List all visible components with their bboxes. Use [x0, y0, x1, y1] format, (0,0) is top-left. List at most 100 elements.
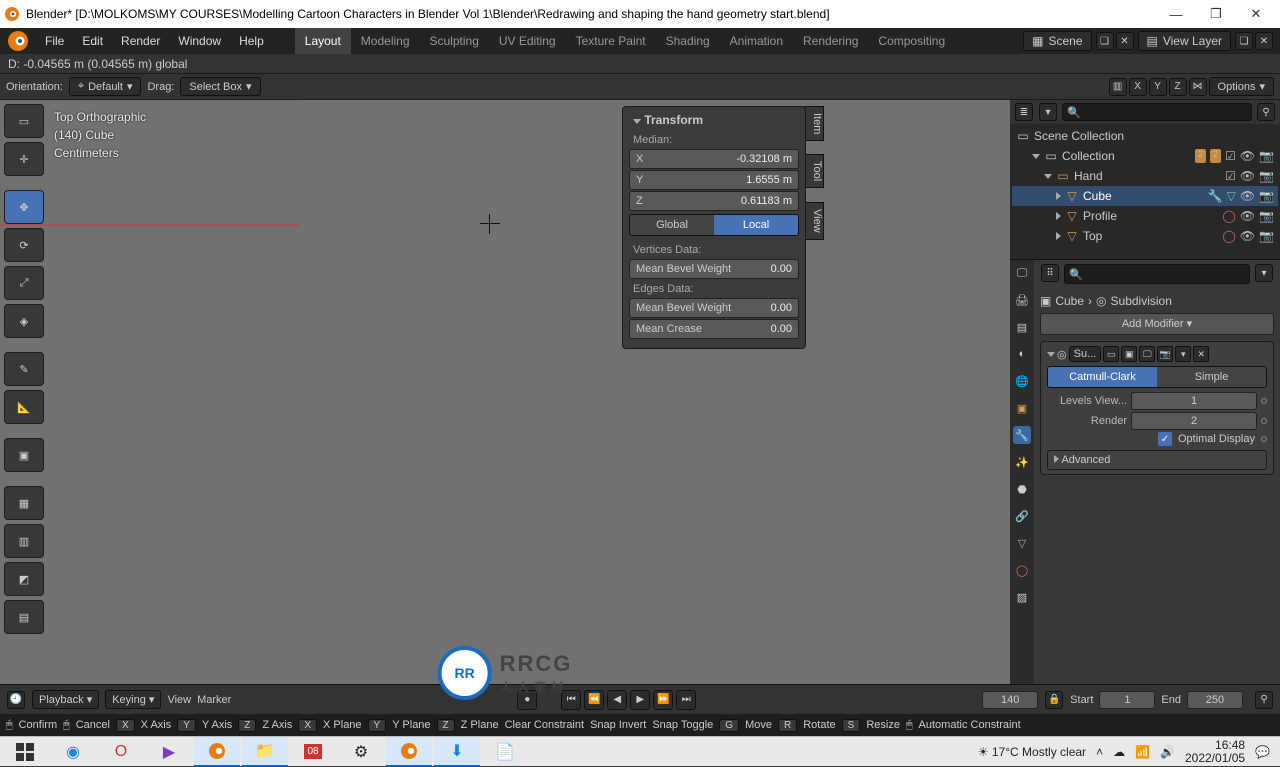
frame-range-lock-icon[interactable]: 🔒 — [1045, 691, 1063, 709]
taskbar-media[interactable]: ▶ — [146, 737, 192, 767]
prop-tab-object[interactable]: ▣ — [1013, 399, 1031, 417]
space-toggle[interactable]: GlobalLocal — [629, 214, 799, 236]
eye-icon[interactable]: 👁 — [1240, 149, 1255, 163]
mirror-toggle[interactable]: ▥ — [1109, 78, 1127, 96]
levels-render-field[interactable]: 2 — [1131, 412, 1257, 430]
tool-extrude-region[interactable]: ▦ — [4, 486, 44, 520]
keyframe-dot[interactable] — [1261, 436, 1267, 442]
prop-tab-modifiers[interactable]: 🔧 — [1013, 426, 1031, 444]
prop-tab-render[interactable]: 🖵 — [1013, 264, 1031, 282]
tool-inset-faces[interactable]: ▥ — [4, 524, 44, 558]
taskbar-app-blue[interactable]: ⬇ — [434, 737, 480, 767]
chevron-right-icon[interactable] — [1056, 192, 1061, 200]
prop-tab-particles[interactable]: ✨ — [1013, 453, 1031, 471]
median-y-field[interactable]: Y1.6555 m — [629, 170, 799, 190]
workspace-modeling[interactable]: Modeling — [351, 28, 420, 54]
tray-volume-icon[interactable]: 🔊 — [1160, 745, 1175, 759]
modifier-name-field[interactable]: Su... — [1069, 346, 1102, 362]
mod-show-editmode-icon[interactable]: ▣ — [1121, 346, 1137, 362]
menu-file[interactable]: File — [36, 34, 73, 48]
taskbar-settings[interactable]: ⚙ — [338, 737, 384, 767]
tree-collection[interactable]: ▭Collection 22☑👁📷 — [1012, 146, 1278, 166]
tray-notifications-icon[interactable]: 💬 — [1255, 745, 1270, 759]
prop-tab-material[interactable]: ◯ — [1013, 561, 1031, 579]
optimal-display-checkbox[interactable]: ✓ — [1158, 432, 1172, 446]
menu-render[interactable]: Render — [112, 34, 169, 48]
workspace-layout[interactable]: Layout — [295, 28, 351, 54]
outliner-display-mode[interactable]: ≣ — [1015, 103, 1033, 121]
camera-icon[interactable]: 📷 — [1259, 209, 1274, 223]
mod-extras-icon[interactable]: ▾ — [1175, 346, 1191, 362]
outliner-search[interactable]: 🔍 — [1062, 103, 1252, 121]
median-z-field[interactable]: Z0.61183 m — [629, 191, 799, 211]
eye-icon[interactable]: 👁 — [1240, 209, 1255, 223]
mirror-y[interactable]: Y — [1149, 78, 1167, 96]
mirror-x[interactable]: X — [1129, 78, 1147, 96]
prop-tab-mesh[interactable]: ▽ — [1013, 534, 1031, 552]
tray-clock[interactable]: 16:482022/01/05 — [1185, 739, 1245, 765]
scene-selector[interactable]: ▦ Scene — [1023, 31, 1091, 51]
workspace-sculpting[interactable]: Sculpting — [420, 28, 489, 54]
end-frame-field[interactable]: 250 — [1187, 691, 1243, 709]
close-button[interactable]: ✕ — [1236, 6, 1276, 22]
keyframe-dot[interactable] — [1261, 418, 1267, 424]
start-button[interactable] — [2, 737, 48, 767]
scene-delete-button[interactable]: ✕ — [1116, 32, 1134, 50]
tool-measure[interactable]: 📐 — [4, 390, 44, 424]
menu-help[interactable]: Help — [230, 34, 273, 48]
taskbar-edge[interactable]: ◉ — [50, 737, 96, 767]
start-frame-field[interactable]: 1 — [1099, 691, 1155, 709]
workspace-uvediting[interactable]: UV Editing — [489, 28, 566, 54]
options-dropdown[interactable]: Options ▾ — [1209, 77, 1274, 96]
menu-window[interactable]: Window — [169, 34, 230, 48]
tool-annotate[interactable]: ✎ — [4, 352, 44, 386]
advanced-subpanel[interactable]: Advanced — [1047, 450, 1267, 470]
prop-tab-world[interactable]: 🌐 — [1013, 372, 1031, 390]
eye-icon[interactable]: 👁 — [1240, 169, 1255, 183]
tree-scene-collection[interactable]: ▭Scene Collection — [1012, 126, 1278, 146]
drag-dropdown[interactable]: Select Box ▾ — [180, 77, 260, 96]
prop-tab-physics[interactable]: ⬣ — [1013, 480, 1031, 498]
chevron-down-icon[interactable] — [1044, 174, 1052, 179]
taskbar-explorer[interactable]: 📁 — [242, 737, 288, 767]
play-button[interactable]: ▶ — [630, 690, 650, 710]
prop-tab-viewlayer[interactable]: ▤ — [1013, 318, 1031, 336]
outliner-filter-button[interactable]: ⚲ — [1257, 103, 1275, 121]
taskbar-opera[interactable]: O — [98, 737, 144, 767]
prop-tab-texture[interactable]: ▨ — [1013, 588, 1031, 606]
keyframe-dot[interactable] — [1261, 398, 1267, 404]
chevron-right-icon[interactable] — [1056, 212, 1061, 220]
weather-widget[interactable]: ☀ 17°C Mostly clear — [978, 745, 1086, 759]
camera-icon[interactable]: 📷 — [1259, 169, 1274, 183]
sidebar-tab-tool[interactable]: Tool — [804, 154, 824, 188]
eye-icon[interactable]: 👁 — [1240, 229, 1255, 243]
tree-profile[interactable]: ▽Profile ◯👁📷 — [1012, 206, 1278, 226]
play-reverse-button[interactable]: ◀ — [607, 690, 627, 710]
tree-cube[interactable]: ▽Cube 🔧▽👁📷 — [1012, 186, 1278, 206]
properties-options-icon[interactable]: ⠿ — [1041, 264, 1059, 282]
subdivision-type-toggle[interactable]: Catmull-ClarkSimple — [1047, 366, 1267, 388]
taskbar-notepad[interactable]: 📄 — [482, 737, 528, 767]
viewlayer-selector[interactable]: ▤ View Layer — [1138, 31, 1232, 51]
blender-logo-icon[interactable] — [6, 29, 30, 53]
prop-tab-output[interactable]: 🖨 — [1013, 291, 1031, 309]
camera-icon[interactable]: 📷 — [1259, 189, 1274, 203]
tray-wifi-icon[interactable]: 📶 — [1135, 745, 1150, 759]
prop-tab-constraints[interactable]: 🔗 — [1013, 507, 1031, 525]
taskbar-blender-2[interactable] — [386, 737, 432, 767]
vertex-bevel-weight-field[interactable]: Mean Bevel Weight0.00 — [629, 259, 799, 279]
timeline-filter-icon[interactable]: ⚲ — [1255, 691, 1273, 709]
timeline-keying-menu[interactable]: Keying ▾ — [105, 690, 161, 709]
chevron-down-icon[interactable] — [1032, 154, 1040, 159]
outliner-view-icon[interactable]: ▾ — [1039, 103, 1057, 121]
taskbar-blender-1[interactable] — [194, 737, 240, 767]
tree-top[interactable]: ▽Top ◯👁📷 — [1012, 226, 1278, 246]
workspace-texturepaint[interactable]: Texture Paint — [566, 28, 656, 54]
mod-show-render-icon[interactable]: 📷 — [1157, 346, 1173, 362]
mod-show-oncage-icon[interactable]: ▭ — [1103, 346, 1119, 362]
tool-cursor[interactable]: ✛ — [4, 142, 44, 176]
maximize-button[interactable]: ❐ — [1196, 6, 1236, 22]
properties-search[interactable]: 🔍 — [1064, 264, 1250, 284]
workspace-shading[interactable]: Shading — [656, 28, 720, 54]
tool-bevel[interactable]: ◩ — [4, 562, 44, 596]
